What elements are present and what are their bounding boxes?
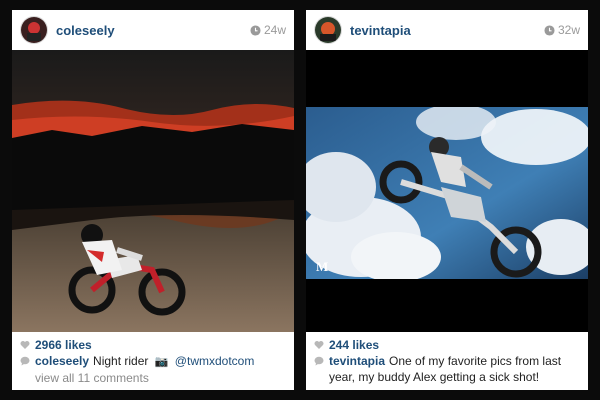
post-card: tevintapia 32w M 244 likes tevintapia On… <box>306 10 588 390</box>
likes-row: 244 likes <box>314 337 580 353</box>
likes-count[interactable]: 244 likes <box>329 337 379 353</box>
post-photo[interactable] <box>12 50 294 332</box>
post-footer: 244 likes tevintapia One of my favorite p… <box>306 332 588 390</box>
caption-row: tevintapia One of my favorite pics from l… <box>314 353 580 385</box>
view-comments-link[interactable]: view all 11 comments <box>35 370 286 386</box>
avatar[interactable] <box>314 16 342 44</box>
comment-bubble-icon <box>20 356 30 366</box>
likes-row: 2966 likes <box>20 337 286 353</box>
post-card: coleseely 24w 2966 likes coleseely Night… <box>12 10 294 390</box>
time-label: 32w <box>557 23 580 37</box>
username-link[interactable]: coleseely <box>56 23 115 38</box>
heart-icon[interactable] <box>20 340 30 350</box>
post-photo[interactable]: M <box>306 107 588 279</box>
caption-row: coleseely Night rider 📷 @twmxdotcom <box>20 353 286 370</box>
comment-bubble-icon <box>314 356 324 366</box>
post-header: tevintapia 32w <box>306 10 588 50</box>
clock-icon <box>544 24 555 36</box>
heart-icon[interactable] <box>314 340 324 350</box>
post-header: coleseely 24w <box>12 10 294 50</box>
caption-username-link[interactable]: coleseely <box>35 354 89 368</box>
camera-emoji: 📷 <box>154 356 169 368</box>
caption-text: Night rider <box>93 354 149 368</box>
username-link[interactable]: tevintapia <box>350 23 411 38</box>
post-footer: 2966 likes coleseely Night rider 📷 @twmxd… <box>12 332 294 390</box>
watermark-logo: M <box>316 259 328 274</box>
avatar[interactable] <box>20 16 48 44</box>
time-label: 24w <box>263 23 286 37</box>
caption-username-link[interactable]: tevintapia <box>329 354 385 368</box>
likes-count[interactable]: 2966 likes <box>35 337 92 353</box>
clock-icon <box>250 24 261 36</box>
post-time: 24w <box>250 23 286 37</box>
mention-link[interactable]: @twmxdotcom <box>175 354 255 368</box>
post-time: 32w <box>544 23 580 37</box>
